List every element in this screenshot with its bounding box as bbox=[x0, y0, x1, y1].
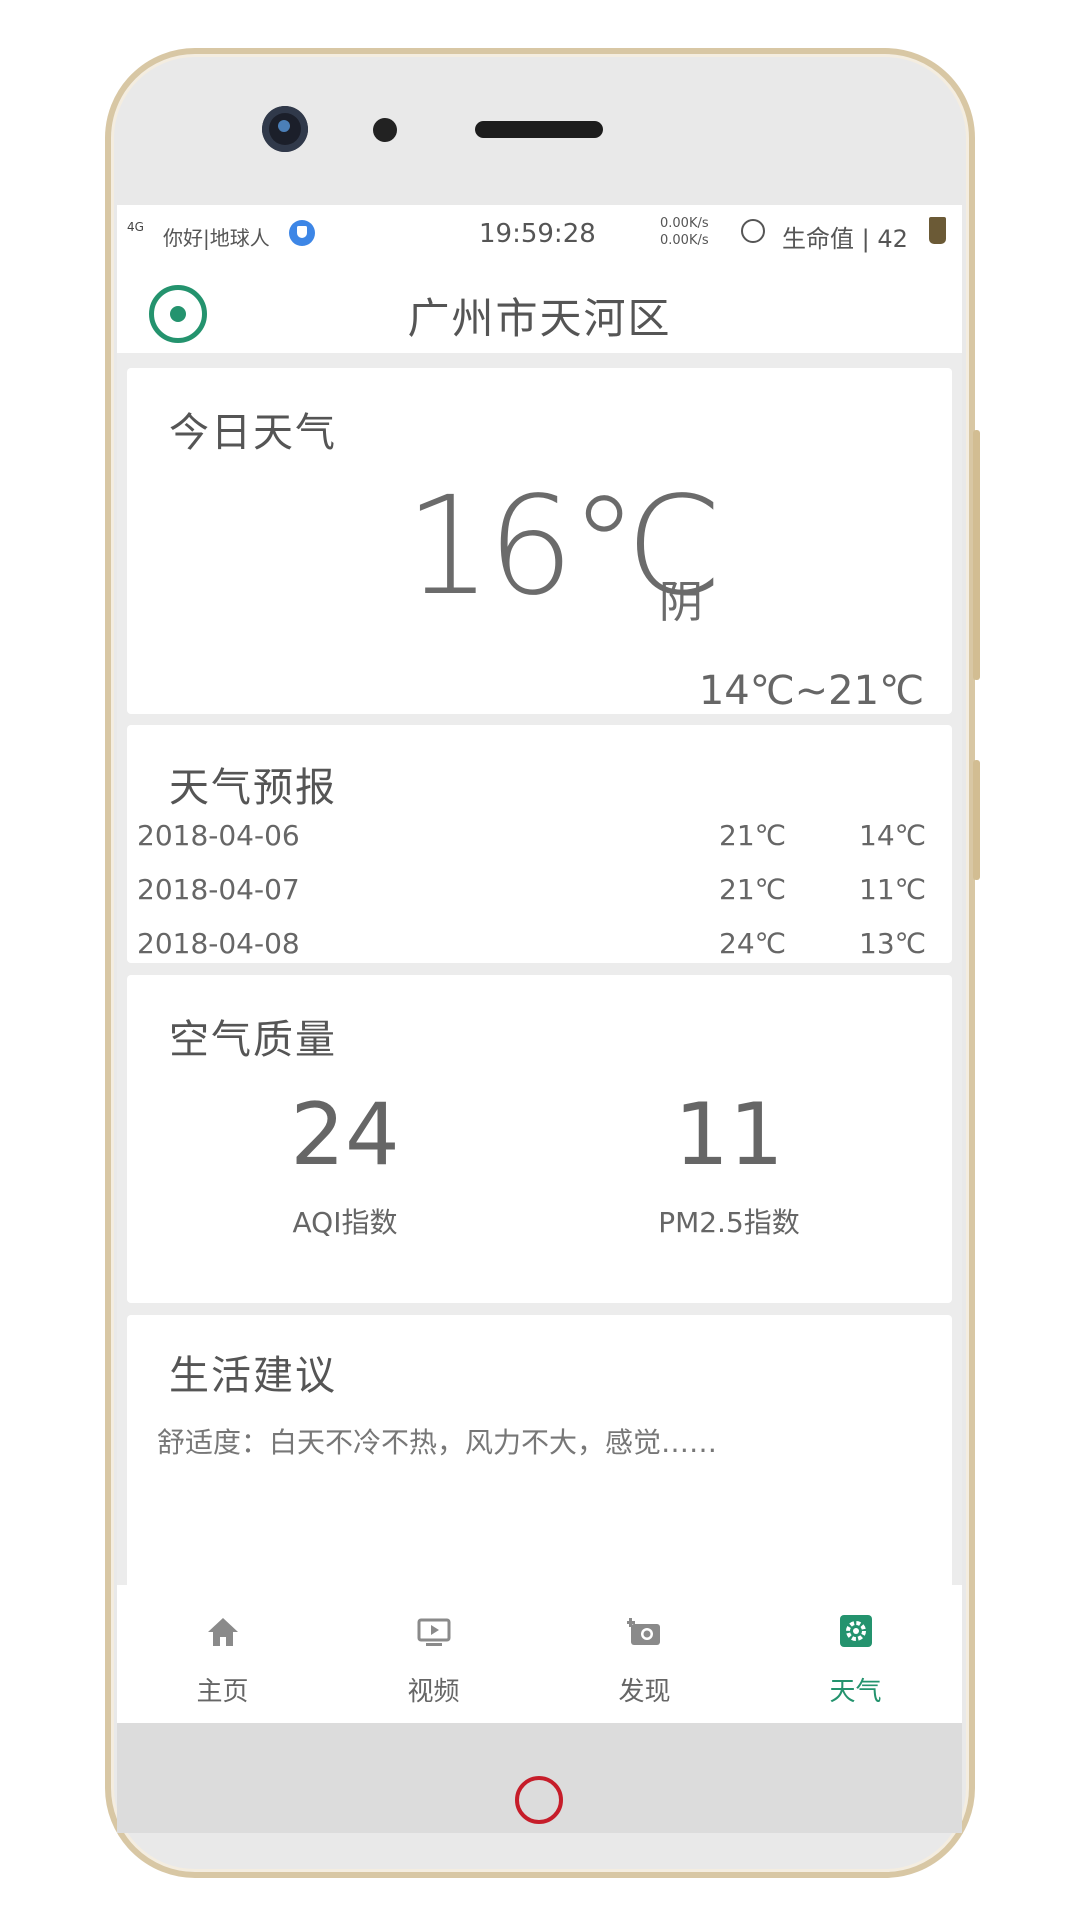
front-camera bbox=[262, 106, 308, 152]
screen: 4G 你好|地球人 19:59:28 0.00K/s 0.00K/s 生命值 |… bbox=[117, 205, 962, 1723]
tab-discover[interactable]: 发现 bbox=[539, 1585, 750, 1723]
forecast-high: 24℃ bbox=[719, 927, 787, 960]
tab-label-home: 主页 bbox=[196, 1677, 249, 1707]
net-speed: 0.00K/s 0.00K/s bbox=[660, 215, 709, 249]
signal-icon: 4G bbox=[127, 220, 144, 234]
temperature-range: 14℃~21℃ bbox=[698, 668, 924, 714]
forecast-low: 11℃ bbox=[859, 873, 927, 906]
tab-home[interactable]: 主页 bbox=[117, 1585, 328, 1723]
pm25-value: 11 bbox=[674, 1085, 784, 1185]
forecast-low: 13℃ bbox=[859, 927, 927, 960]
forecast-row: 2018-04-06 21℃ 14℃ bbox=[127, 811, 952, 861]
pm25-label: PM2.5指数 bbox=[658, 1206, 800, 1239]
forecast-date: 2018-04-08 bbox=[137, 927, 300, 960]
camera-icon bbox=[627, 1618, 660, 1645]
advice-title: 生活建议 bbox=[169, 1353, 337, 1399]
forecast-card: 天气预报 2018-04-06 21℃ 14℃ 2018-04-07 21℃ 1… bbox=[127, 725, 952, 963]
aqi-label: AQI指数 bbox=[292, 1206, 398, 1239]
weather-condition: 阴 bbox=[659, 577, 703, 628]
home-button[interactable] bbox=[515, 1776, 563, 1824]
forecast-date: 2018-04-07 bbox=[137, 873, 300, 906]
advice-preview: 舒适度：白天不冷不热，风力不大，感觉…… bbox=[157, 1426, 718, 1459]
net-down-speed: 0.00K/s bbox=[660, 233, 709, 248]
status-clock: 19:59:28 bbox=[479, 219, 596, 249]
carrier-text: 你好|地球人 bbox=[163, 226, 270, 250]
power-button bbox=[973, 760, 980, 880]
shield-icon bbox=[289, 220, 315, 246]
forecast-row: 2018-04-07 21℃ 11℃ bbox=[127, 865, 952, 915]
tab-label-video: 视频 bbox=[407, 1677, 460, 1707]
tab-label-discover: 发现 bbox=[618, 1677, 671, 1707]
proximity-sensor bbox=[373, 118, 397, 142]
bottom-tab-bar: 主页 视频 发现 天气 bbox=[117, 1585, 962, 1723]
earpiece-speaker bbox=[475, 121, 603, 138]
forecast-high: 21℃ bbox=[719, 873, 787, 906]
forecast-title: 天气预报 bbox=[169, 765, 337, 811]
title-bar: 广州市天河区 bbox=[117, 265, 962, 353]
air-title: 空气质量 bbox=[169, 1017, 337, 1063]
home-icon bbox=[208, 1618, 238, 1646]
life-value: 生命值 | 42 bbox=[782, 225, 908, 253]
status-bar: 4G 你好|地球人 19:59:28 0.00K/s 0.00K/s 生命值 |… bbox=[117, 205, 962, 265]
tab-label-weather: 天气 bbox=[829, 1677, 882, 1707]
forecast-row: 2018-04-08 24℃ 13℃ bbox=[127, 919, 952, 969]
tab-video[interactable]: 视频 bbox=[328, 1585, 539, 1723]
net-up-speed: 0.00K/s bbox=[660, 216, 709, 231]
forecast-high: 21℃ bbox=[719, 819, 787, 852]
alarm-icon bbox=[741, 219, 765, 243]
battery-icon bbox=[929, 217, 946, 244]
life-advice-card: 生活建议 舒适度：白天不冷不热，风力不大，感觉…… bbox=[127, 1315, 952, 1615]
video-icon bbox=[417, 1618, 451, 1646]
forecast-date: 2018-04-06 bbox=[137, 819, 300, 852]
air-quality-card: 空气质量 24 AQI指数 11 PM2.5指数 bbox=[127, 975, 952, 1303]
today-weather-card: 今日天气 16℃ 阴 14℃~21℃ bbox=[127, 368, 952, 714]
page-title: 广州市天河区 bbox=[407, 294, 672, 343]
aqi-value: 24 bbox=[290, 1085, 400, 1185]
forecast-low: 14℃ bbox=[859, 819, 927, 852]
volume-button bbox=[973, 430, 980, 680]
today-title: 今日天气 bbox=[169, 410, 337, 456]
tab-weather[interactable]: 天气 bbox=[750, 1585, 961, 1723]
gear-icon bbox=[840, 1615, 872, 1647]
